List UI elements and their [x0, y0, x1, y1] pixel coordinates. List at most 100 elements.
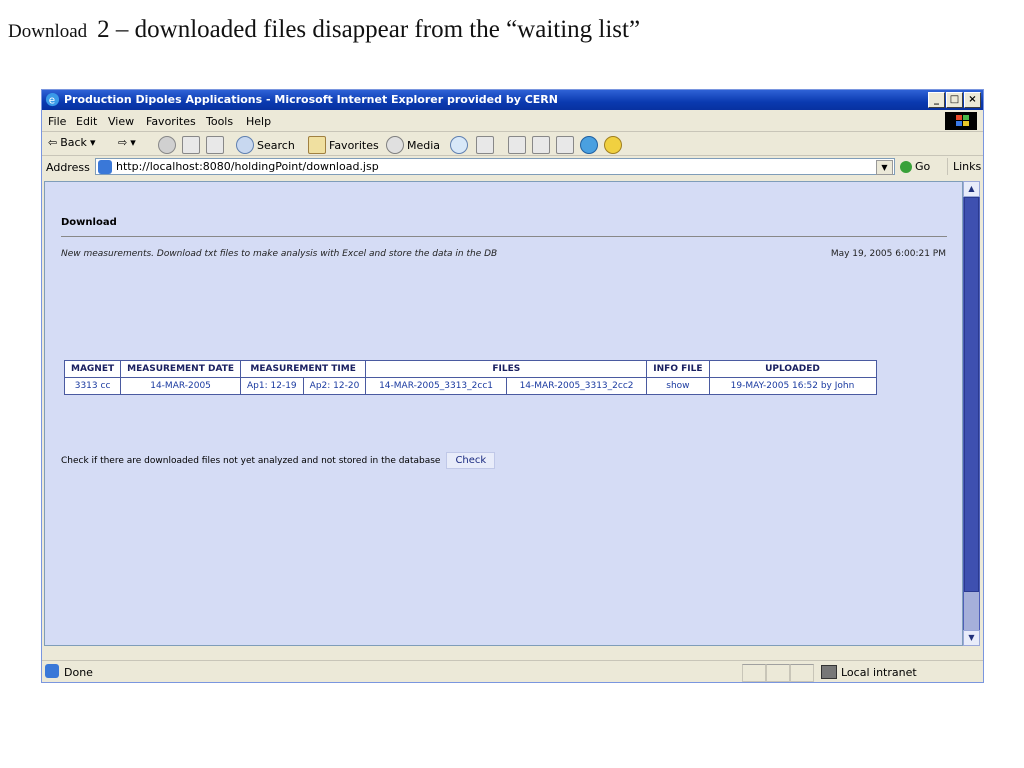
security-zone: Local intranet	[821, 664, 917, 680]
refresh-button[interactable]	[182, 136, 200, 154]
table-header-row: MAGNET MEASUREMENT DATE MEASUREMENT TIME…	[63, 360, 877, 378]
print-icon	[508, 136, 526, 154]
status-cell	[742, 664, 766, 682]
messenger-button[interactable]	[580, 136, 598, 154]
scroll-down-icon[interactable]: ▼	[963, 630, 980, 646]
chevron-down-icon[interactable]: ▼	[876, 160, 893, 175]
header-magnet: MAGNET	[63, 360, 122, 378]
page-description: New measurements. Download txt files to …	[61, 249, 498, 259]
status-text: Done	[64, 666, 93, 679]
cell-time-ap1: Ap1: 12-19	[240, 377, 304, 395]
scroll-track[interactable]	[964, 592, 979, 630]
edit-button[interactable]	[532, 136, 550, 154]
back-button[interactable]: ⇦ Back ▾	[48, 136, 95, 149]
menu-view[interactable]: View	[108, 115, 134, 128]
discuss-button[interactable]	[556, 136, 574, 154]
ie-icon: e	[45, 92, 60, 106]
refresh-icon	[182, 136, 200, 154]
history-button[interactable]	[450, 136, 468, 154]
links-button[interactable]: Links	[947, 158, 981, 175]
page-content: Download New measurements. Download txt …	[44, 181, 963, 646]
menu-bar: File Edit View Favorites Tools Help	[42, 111, 983, 132]
svg-text:e: e	[49, 94, 55, 106]
cell-time-ap2: Ap2: 12-20	[302, 377, 367, 395]
minimize-button[interactable]: _	[928, 92, 945, 108]
search-button[interactable]: Search	[236, 136, 295, 154]
zone-label: Local intranet	[841, 665, 917, 679]
research-icon	[604, 136, 622, 154]
maximize-button[interactable]: □	[946, 92, 963, 108]
chevron-down-icon: ▾	[89, 136, 96, 149]
header-files: FILES	[365, 360, 648, 378]
slide-title: Download 2 – downloaded files disappear f…	[8, 16, 640, 44]
window-title: Production Dipoles Applications - Micros…	[64, 93, 558, 106]
menu-help[interactable]: Help	[246, 115, 271, 128]
print-button[interactable]	[508, 136, 526, 154]
file-link-2[interactable]: 14-MAR-2005_3313_2cc2	[505, 377, 648, 395]
chevron-down-icon: ▾	[130, 136, 136, 149]
toolbar: ⇦ Back ▾ ⇨ ▾ Search Favorites Media	[42, 132, 983, 156]
status-cell	[766, 664, 790, 682]
slide-title-rest: 2 – downloaded files disappear from the …	[97, 16, 641, 43]
cell-magnet: 3313 cc	[63, 377, 122, 395]
history-icon	[450, 136, 468, 154]
windows-logo-icon	[945, 112, 977, 130]
home-icon	[206, 136, 224, 154]
scroll-up-icon[interactable]: ▲	[963, 181, 980, 197]
stop-icon	[158, 136, 176, 154]
forward-arrow-icon: ⇨	[118, 136, 128, 149]
discuss-icon	[556, 136, 574, 154]
edit-icon	[532, 136, 550, 154]
heading-divider	[61, 236, 947, 237]
go-arrow-icon	[900, 160, 912, 173]
info-show-link[interactable]: show	[646, 377, 710, 395]
favorites-button[interactable]: Favorites	[308, 136, 379, 154]
close-button[interactable]: ×	[964, 92, 981, 108]
forward-button[interactable]: ⇨ ▾	[118, 136, 136, 149]
mail-button[interactable]	[476, 136, 494, 154]
scroll-thumb[interactable]	[964, 197, 979, 592]
menu-tools[interactable]: Tools	[206, 115, 233, 128]
check-description: Check if there are downloaded files not …	[61, 455, 441, 466]
title-bar[interactable]: e Production Dipoles Applications - Micr…	[42, 90, 983, 110]
go-label: Go	[915, 160, 931, 173]
table-row: 3313 cc 14-MAR-2005 Ap1: 12-19 Ap2: 12-2…	[63, 377, 877, 395]
go-button[interactable]: Go	[900, 160, 930, 173]
page-icon	[98, 160, 112, 174]
star-icon	[308, 136, 326, 154]
media-icon	[386, 136, 404, 154]
page-datetime: May 19, 2005 6:00:21 PM	[830, 249, 946, 259]
cell-date: 14-MAR-2005	[120, 377, 242, 395]
header-info-file: INFO FILE	[646, 360, 710, 378]
search-label: Search	[257, 138, 295, 152]
address-url: http://localhost:8080/holdingPoint/downl…	[116, 160, 379, 173]
menu-file[interactable]: File	[48, 115, 66, 128]
media-label: Media	[407, 138, 441, 152]
vertical-scrollbar[interactable]: ▲ ▼	[963, 181, 980, 646]
header-measurement-date: MEASUREMENT DATE	[120, 360, 242, 378]
home-button[interactable]	[206, 136, 224, 154]
header-uploaded: UPLOADED	[708, 360, 877, 378]
measurements-table: MAGNET MEASUREMENT DATE MEASUREMENT TIME…	[63, 360, 877, 395]
address-label: Address	[46, 161, 90, 174]
header-measurement-time: MEASUREMENT TIME	[240, 360, 367, 378]
back-label: Back	[60, 136, 87, 149]
page-heading: Download	[61, 217, 117, 228]
mail-icon	[476, 136, 494, 154]
check-button[interactable]: Check	[446, 452, 496, 469]
page-done-icon	[45, 664, 59, 678]
stop-button[interactable]	[158, 136, 176, 154]
search-icon	[236, 136, 254, 154]
media-button[interactable]: Media	[386, 136, 440, 154]
menu-favorites[interactable]: Favorites	[146, 115, 196, 128]
intranet-icon	[821, 665, 837, 679]
research-button[interactable]	[604, 136, 622, 154]
browser-window: e Production Dipoles Applications - Micr…	[41, 89, 984, 683]
menu-edit[interactable]: Edit	[76, 115, 97, 128]
file-link-1[interactable]: 14-MAR-2005_3313_2cc1	[365, 377, 507, 395]
cell-uploaded: 19-MAY-2005 16:52 by John	[708, 377, 877, 395]
address-input[interactable]: http://localhost:8080/holdingPoint/downl…	[95, 158, 895, 175]
slide-title-word: Download	[8, 21, 88, 42]
status-cell	[790, 664, 814, 682]
status-bar: Done Local intranet	[42, 660, 983, 683]
